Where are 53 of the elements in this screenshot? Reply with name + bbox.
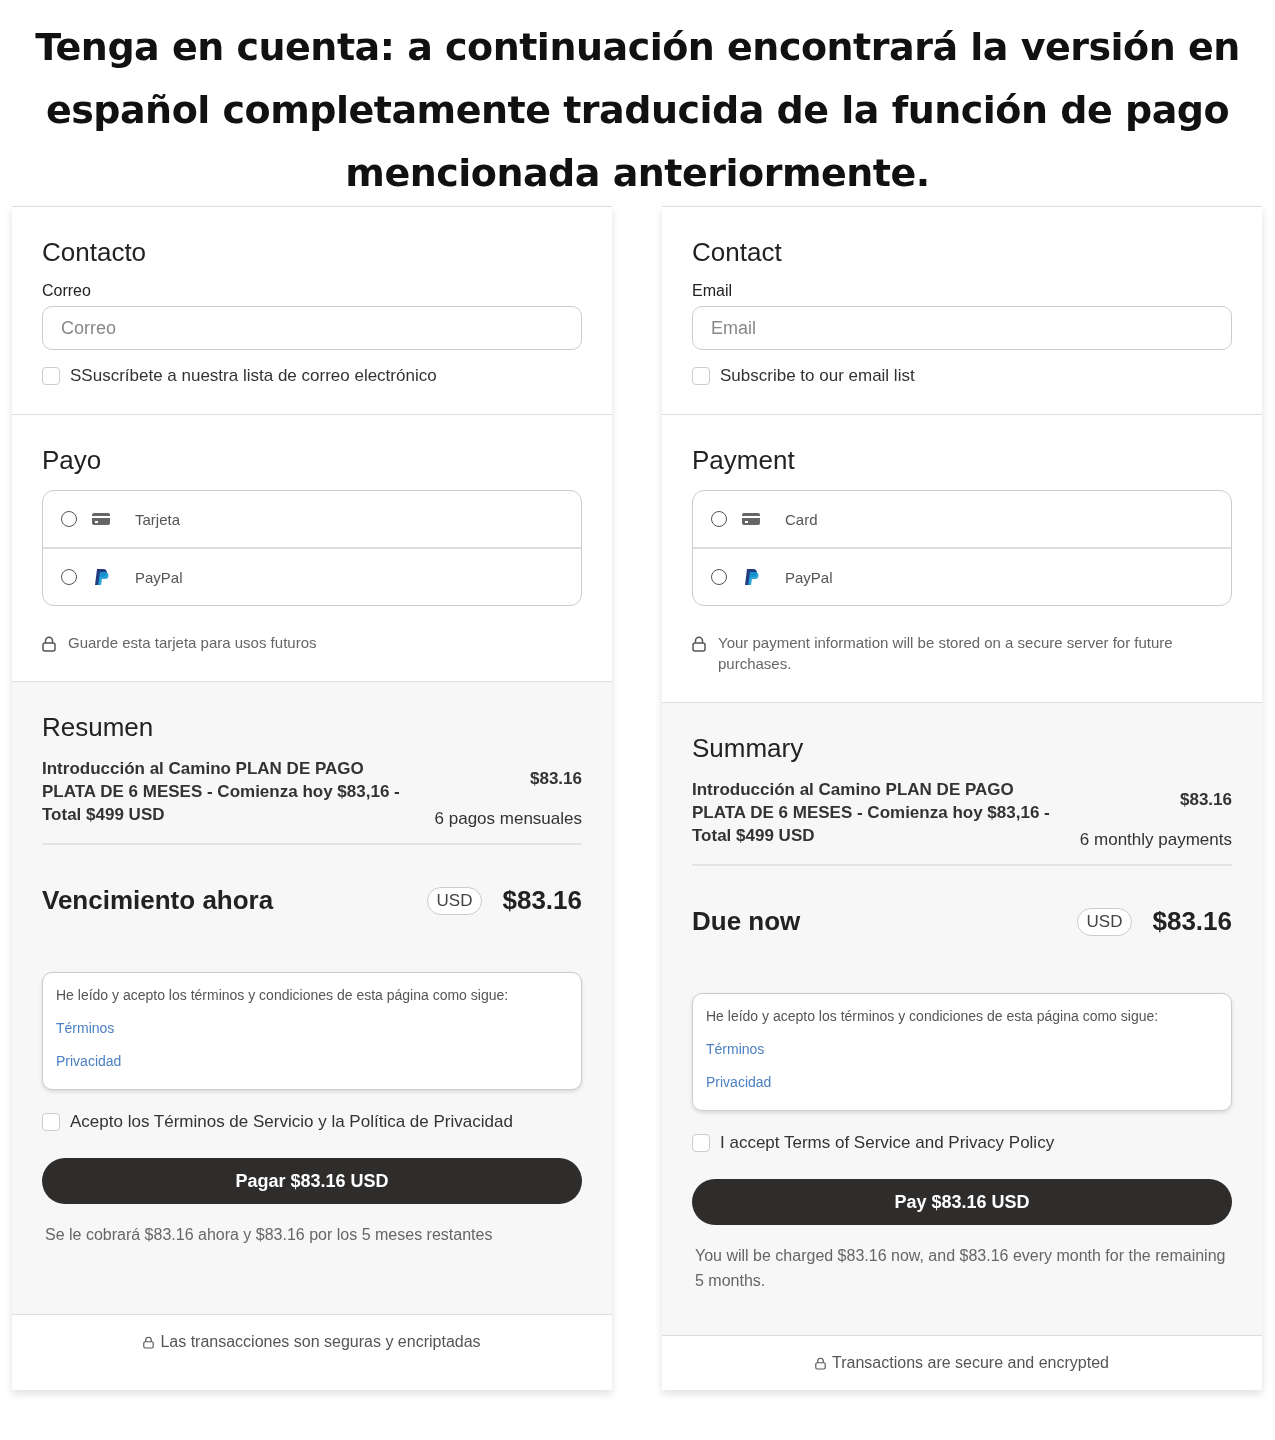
security-note: Las transacciones son seguras y encriptadas	[160, 1333, 481, 1351]
section-title: Summary	[692, 733, 805, 764]
product-name: Introducción al Camino PLAN DE PAGO PLATA DE 6 MESES - Comienza hoy $83,16 - Total $499 USD	[42, 758, 401, 826]
payment-schedule: 6 monthly payments	[1079, 830, 1232, 850]
email-field[interactable]: Email	[692, 306, 1232, 350]
checkbox-label: SSuscríbete a nuestra lista de correo electrónico	[70, 366, 437, 386]
terms-intro: He leído y acepto los términos y condiciones de esta página como sigue:	[56, 987, 510, 1003]
section-title: Payo	[42, 445, 103, 476]
field-label: Correo	[42, 282, 91, 300]
checkbox[interactable]	[692, 367, 710, 385]
product-price: $83.16	[530, 769, 582, 789]
product-price: $83.16	[1180, 790, 1232, 810]
notice-heading: Tenga en cuenta: a continuación encontrará la versión en español completamente traducida de la función de pago mencionada anteriormente.	[34, 24, 1241, 197]
save-note: Your payment information will be stored on a secure server for future purchases.	[718, 633, 1174, 674]
checkbox[interactable]	[42, 367, 60, 385]
method-label: PayPal	[135, 568, 183, 586]
checkbox-label: Acepto los Términos de Servicio y la Política de Privacidad	[70, 1112, 513, 1132]
section-title: Contact	[692, 237, 783, 268]
checkbox-label: Subscribe to our email list	[720, 366, 915, 386]
terms-intro: He leído y acepto los términos y condiciones de esta página como sigue:	[706, 1008, 1160, 1024]
terms-link[interactable]: Privacidad	[706, 1074, 772, 1090]
email-field[interactable]: Correo	[42, 306, 582, 350]
currency-badge: USD	[1076, 907, 1133, 936]
pay-button[interactable]: Pay $83.16 USD	[692, 1179, 1232, 1225]
due-label: Vencimiento ahora	[42, 885, 275, 916]
lock-icon	[42, 636, 56, 652]
section-title: Resumen	[42, 712, 155, 743]
field-label: Email	[692, 282, 732, 300]
charge-note: Se le cobrará $83.16 ahora y $83.16 por los 5 meses restantes	[44, 1225, 494, 1245]
due-amount: $83.16	[1152, 906, 1232, 937]
lock-icon	[692, 636, 706, 652]
lock-icon	[143, 1335, 155, 1349]
due-amount: $83.16	[502, 885, 582, 916]
method-label: Tarjeta	[135, 510, 181, 528]
section-title: Contacto	[42, 237, 148, 268]
checkbox[interactable]	[692, 1134, 710, 1152]
checkbox-label: I accept Terms of Service and Privacy Policy	[720, 1133, 1055, 1153]
product-name: Introducción al Camino PLAN DE PAGO PLATA DE 6 MESES - Comienza hoy $83,16 - Total $499 USD	[692, 779, 1051, 847]
payment-schedule: 6 pagos mensuales	[434, 809, 582, 829]
method-label: Card	[785, 510, 818, 528]
terms-link[interactable]: Privacidad	[56, 1053, 122, 1069]
charge-note: You will be charged $83.16 now, and $83.16 every month for the remaining 5 months.	[694, 1246, 1227, 1291]
checkbox[interactable]	[42, 1113, 60, 1131]
terms-link[interactable]: Términos	[56, 1020, 115, 1036]
terms-link[interactable]: Términos	[706, 1041, 765, 1057]
section-title: Payment	[692, 445, 796, 476]
method-label: PayPal	[785, 568, 833, 586]
pay-button[interactable]: Pagar $83.16 USD	[42, 1158, 582, 1204]
currency-badge: USD	[426, 886, 483, 915]
security-note: Transactions are secure and encrypted	[832, 1354, 1109, 1372]
lock-icon	[815, 1356, 827, 1370]
due-label: Due now	[692, 906, 802, 937]
save-note: Guarde esta tarjeta para usos futuros	[68, 633, 317, 653]
